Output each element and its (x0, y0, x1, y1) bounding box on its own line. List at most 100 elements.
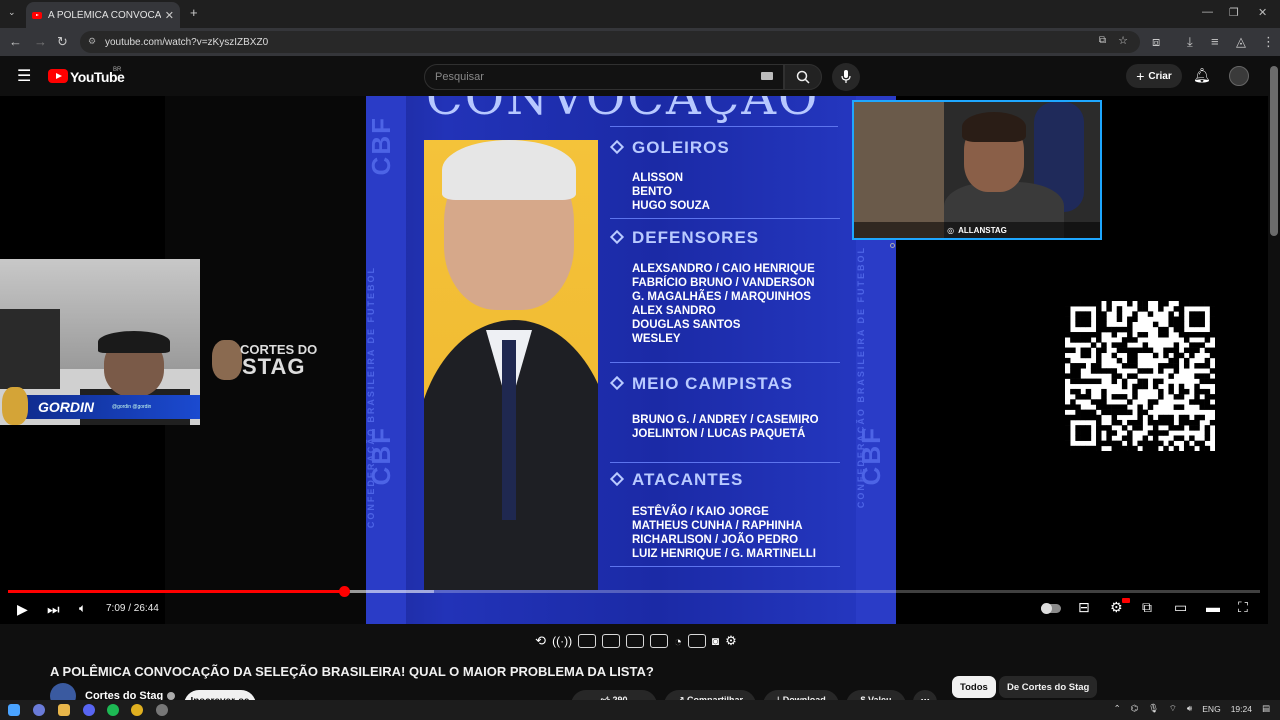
chrome-icon[interactable] (131, 704, 143, 716)
theater-mode-icon[interactable]: ▭ (1174, 599, 1187, 616)
create-button[interactable]: + Criar (1126, 64, 1182, 88)
settings-gear-icon[interactable]: ⚙ (1110, 599, 1123, 616)
cinema-icon[interactable] (650, 634, 669, 648)
wifi-icon[interactable]: ⌔ (1169, 703, 1177, 714)
section-heading-atacantes: ATACANTES (609, 470, 743, 490)
notifications-bell-icon[interactable]: 🔔︎ (1193, 67, 1211, 84)
fullscreen-icon[interactable]: ⛶ (1238, 599, 1248, 616)
miniplayer-icon[interactable]: ⧉ (1142, 599, 1152, 616)
copilot-icon[interactable] (33, 704, 45, 716)
progress-scrubber[interactable] (338, 586, 350, 597)
hd-badge (1122, 598, 1130, 603)
players-goleiros: ALISSON BENTO HUGO SOUZA (632, 172, 710, 212)
channel-watermark-logo: CORTES DO STAG (212, 340, 322, 384)
autoplay-toggle[interactable] (1041, 603, 1061, 614)
region-code: BR (113, 67, 122, 73)
convocacao-graphic: CBF CONFEDERAÇÃO BRASILEIRA DE FUTEBOL C… (366, 96, 896, 624)
maximize-icon[interactable]: ❐ (1229, 6, 1239, 19)
discord-icon[interactable] (83, 704, 95, 716)
streamer-webcam-left: GORDIN @gordin @gordin (0, 259, 200, 425)
reload-icon[interactable]: ↻ (57, 34, 68, 50)
url-text: youtube.com/watch?v=zKyszIZBXZ0 (105, 36, 269, 48)
next-video-icon[interactable]: ⏭︎ (47, 601, 60, 618)
video-progress-bar[interactable] (8, 586, 1260, 597)
cbf-side-left: CBF CONFEDERAÇÃO BRASILEIRA DE FUTEBOL C… (366, 96, 406, 624)
volume-icon[interactable]: 🔈︎ (79, 601, 86, 616)
coach-portrait (424, 140, 598, 590)
screen-icon[interactable] (578, 634, 597, 648)
tab-close-icon[interactable]: ✕ (165, 9, 174, 22)
verified-badge-icon (167, 692, 176, 700)
bookmark-star-icon[interactable]: ☆ (1118, 34, 1128, 47)
screenshot-camera-icon[interactable]: ◙ (712, 634, 719, 648)
qr-code (1065, 301, 1216, 452)
reading-list-icon[interactable]: ≡ (1211, 34, 1219, 49)
tray-chevron-icon[interactable]: ⌃ (1114, 703, 1121, 714)
video-player[interactable]: CBF CONFEDERAÇÃO BRASILEIRA DE FUTEBOL C… (0, 96, 1268, 624)
time-display: 7:09 / 26:44 (106, 603, 159, 614)
browser-toolbar: ← → ↻ ⚙ youtube.com/watch?v=zKyszIZBXZ0 … (0, 28, 1280, 56)
downloads-icon[interactable]: ⤓ (1187, 34, 1193, 50)
tab-title: A POLÊMICA CONVOCAÇÃO DA (48, 9, 161, 21)
search-input[interactable]: Pesquisar (424, 64, 784, 90)
graphic-title: CONVOCAÇÃO (426, 96, 820, 126)
audio-icon[interactable]: ((·)) (552, 634, 572, 648)
search-button[interactable] (784, 64, 822, 90)
extension-settings-icon[interactable]: ⚙ (725, 633, 737, 649)
avatar[interactable] (1229, 66, 1249, 86)
section-heading-meio-campistas: MEIO CAMPISTAS (609, 374, 793, 394)
os-taskbar: ⌃ ⌬ 🎙︎ ⌔ 🔊︎ ENG 19:24 ▤ (0, 700, 1280, 720)
network-icon[interactable]: ⌬ (1131, 703, 1138, 714)
close-window-icon[interactable]: ✕ (1258, 6, 1267, 19)
webcam-nameplate: GORDIN @gordin @gordin (10, 395, 200, 419)
browser-menu-icon[interactable]: ⋮ (1262, 34, 1275, 50)
plus-icon: + (1136, 68, 1145, 84)
tab-search-icon[interactable]: ⌄ (8, 7, 16, 18)
site-info-icon[interactable]: ⚙ (88, 36, 96, 47)
page-scrollbar[interactable] (1270, 66, 1278, 236)
loop-icon[interactable]: ⟲ (535, 633, 546, 649)
resize-icon[interactable] (626, 634, 645, 648)
file-explorer-icon[interactable] (58, 704, 70, 716)
video-title: A POLÊMICA CONVOCAÇÃO DA SELEÇÃO BRASILE… (50, 664, 654, 679)
browser-tabstrip: ⌄ A POLÊMICA CONVOCAÇÃO DA ✕ + — ❐ ✕ (0, 0, 1280, 28)
extension-toolbar: ⟲ ((·)) ◔ ◙ ⚙ (512, 630, 760, 652)
hamburger-menu-icon[interactable]: ☰ (17, 66, 31, 86)
spotify-icon[interactable] (107, 704, 119, 716)
browser-tab[interactable]: A POLÊMICA CONVOCAÇÃO DA ✕ (26, 2, 180, 28)
profile-icon[interactable]: ◬ (1236, 34, 1246, 50)
address-bar[interactable]: ⚙ youtube.com/watch?v=zKyszIZBXZ0 ⧉ ☆ (80, 31, 1140, 53)
voice-search-button[interactable] (832, 63, 860, 91)
search-icon (796, 70, 810, 84)
new-tab-icon[interactable]: + (190, 5, 198, 20)
speed-icon[interactable]: ◔ (674, 634, 682, 649)
windows-start-icon[interactable] (8, 704, 20, 716)
speaker-icon[interactable]: 🔊︎ (1187, 703, 1192, 714)
create-label: Criar (1148, 70, 1172, 82)
players-defensores: ALEXSANDRO / CAIO HENRIQUE FABRÍCIO BRUN… (632, 263, 815, 345)
back-icon[interactable]: ← (9, 34, 22, 49)
section-heading-defensores: DEFENSORES (609, 228, 759, 248)
notification-center-icon[interactable]: ▤ (1262, 703, 1270, 714)
cast-icon[interactable]: ⧉ (1099, 35, 1106, 46)
youtube-logo-icon[interactable] (48, 69, 68, 83)
obs-icon[interactable] (156, 704, 168, 716)
microphone-icon (841, 70, 851, 83)
language-indicator[interactable]: ENG (1202, 704, 1220, 714)
clock[interactable]: 19:24 (1231, 704, 1252, 714)
mascot-icon (2, 387, 28, 425)
subtitles-icon[interactable]: ⊟ (1078, 599, 1090, 616)
minimize-icon[interactable]: — (1202, 6, 1213, 18)
play-icon[interactable]: ▶ (17, 601, 28, 618)
chip-all[interactable]: Todos (952, 676, 996, 698)
instagram-icon: ◎ (947, 225, 955, 235)
film-icon[interactable] (602, 634, 621, 648)
players-meio-campistas: BRUNO G. / ANDREY / CASEMIRO JOELINTON /… (632, 414, 819, 440)
chip-channel[interactable]: De Cortes do Stag (999, 676, 1098, 698)
add-frame-icon[interactable] (687, 634, 706, 648)
keyboard-icon[interactable] (761, 72, 773, 80)
mic-tray-icon[interactable]: 🎙︎ (1148, 703, 1159, 714)
cinema-mode-icon[interactable]: ▬ (1206, 599, 1220, 615)
extensions-icon[interactable]: ⧈ (1152, 34, 1160, 50)
forward-icon[interactable]: → (34, 34, 47, 49)
